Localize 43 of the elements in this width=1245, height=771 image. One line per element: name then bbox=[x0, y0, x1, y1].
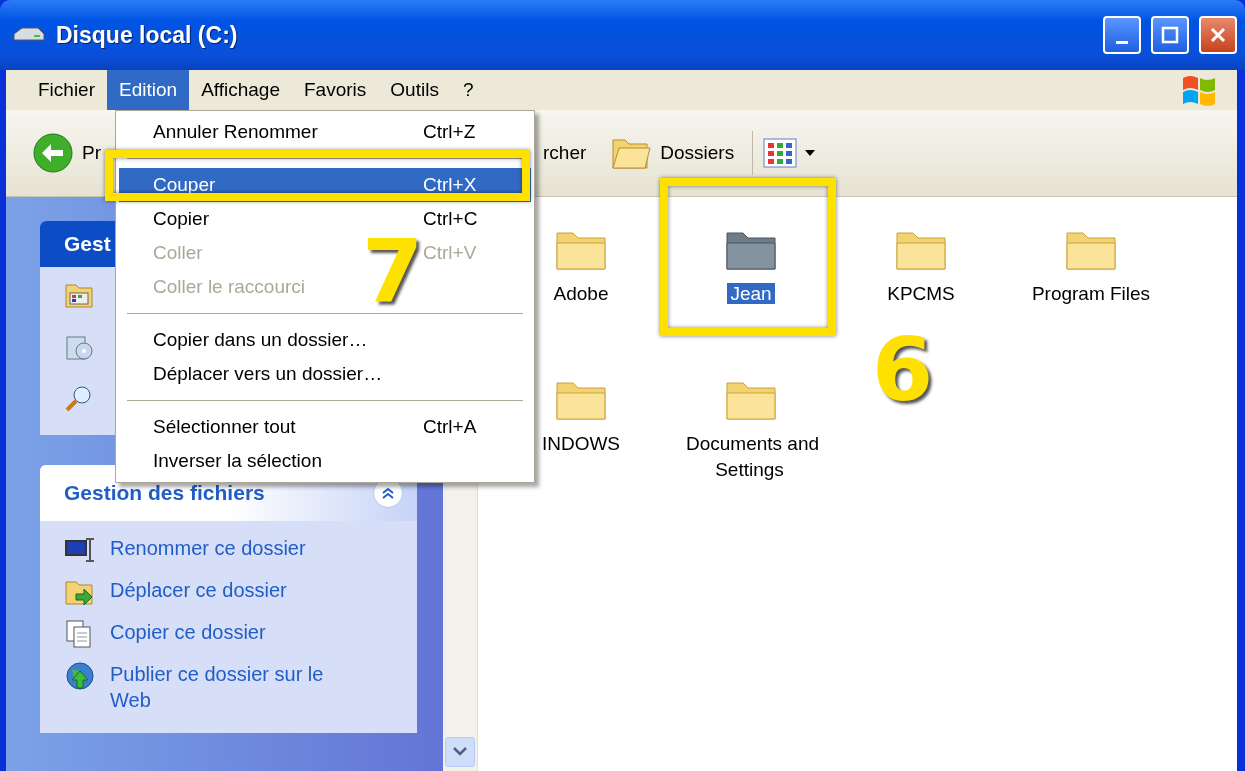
search-button[interactable]: rcher bbox=[543, 142, 587, 164]
task-link[interactable]: Renommer ce dossier bbox=[110, 535, 350, 561]
chevron-down-icon bbox=[453, 747, 467, 757]
task-link[interactable]: Déplacer ce dossier bbox=[110, 577, 350, 603]
minimize-button[interactable] bbox=[1103, 16, 1141, 54]
drive-icon bbox=[12, 26, 46, 44]
menu-item[interactable]: Fichier bbox=[26, 70, 107, 110]
menu-item[interactable]: ? bbox=[450, 70, 486, 110]
close-button[interactable] bbox=[1199, 16, 1237, 54]
menu-item[interactable]: Outils bbox=[378, 70, 451, 110]
close-icon bbox=[1209, 26, 1227, 44]
panel-title: Gest bbox=[64, 232, 111, 256]
folder-grid-icon bbox=[64, 281, 94, 309]
menu-option[interactable]: Copier dans un dossier… bbox=[119, 323, 531, 357]
window-title: Disque local (C:) bbox=[56, 21, 239, 49]
task-link[interactable]: Publier ce dossier sur le Web bbox=[110, 661, 350, 713]
menu-item[interactable]: Affichage bbox=[189, 70, 292, 110]
panel-title: Gestion des fichiers bbox=[64, 481, 265, 505]
file-name[interactable]: Program Files bbox=[1011, 281, 1171, 307]
menu-option[interactable]: Déplacer vers un dossier… bbox=[119, 357, 531, 391]
monitor-icon bbox=[64, 535, 96, 565]
file-name[interactable]: Jean bbox=[671, 281, 831, 307]
minimize-icon bbox=[1116, 40, 1128, 44]
folders-button[interactable]: Dossiers bbox=[610, 134, 735, 172]
menu-option[interactable]: Sélectionner tout Ctrl+A bbox=[119, 410, 531, 444]
file-name[interactable]: KPCMS bbox=[841, 281, 1001, 307]
file-name[interactable]: Documents and Settings bbox=[671, 431, 831, 483]
menu-option[interactable]: Annuler Renommer Ctrl+Z bbox=[119, 115, 531, 149]
disc-icon bbox=[64, 333, 94, 361]
maximize-button[interactable] bbox=[1151, 16, 1189, 54]
views-button[interactable] bbox=[763, 138, 816, 168]
caret-icon bbox=[805, 150, 816, 156]
menu-item[interactable]: Favoris bbox=[292, 70, 379, 110]
back-button[interactable]: Pr bbox=[32, 132, 101, 174]
scroll-down-button[interactable] bbox=[445, 737, 475, 767]
menu-item[interactable]: Edition bbox=[107, 70, 190, 110]
double-chevron-up-icon bbox=[381, 486, 395, 500]
task-link[interactable]: Copier ce dossier bbox=[110, 619, 350, 645]
step-number: 6 bbox=[872, 326, 934, 414]
search-icon bbox=[64, 385, 94, 413]
menu-option[interactable]: Inverser la sélection bbox=[119, 444, 531, 478]
views-icon bbox=[763, 138, 798, 168]
maximize-icon bbox=[1161, 26, 1179, 44]
